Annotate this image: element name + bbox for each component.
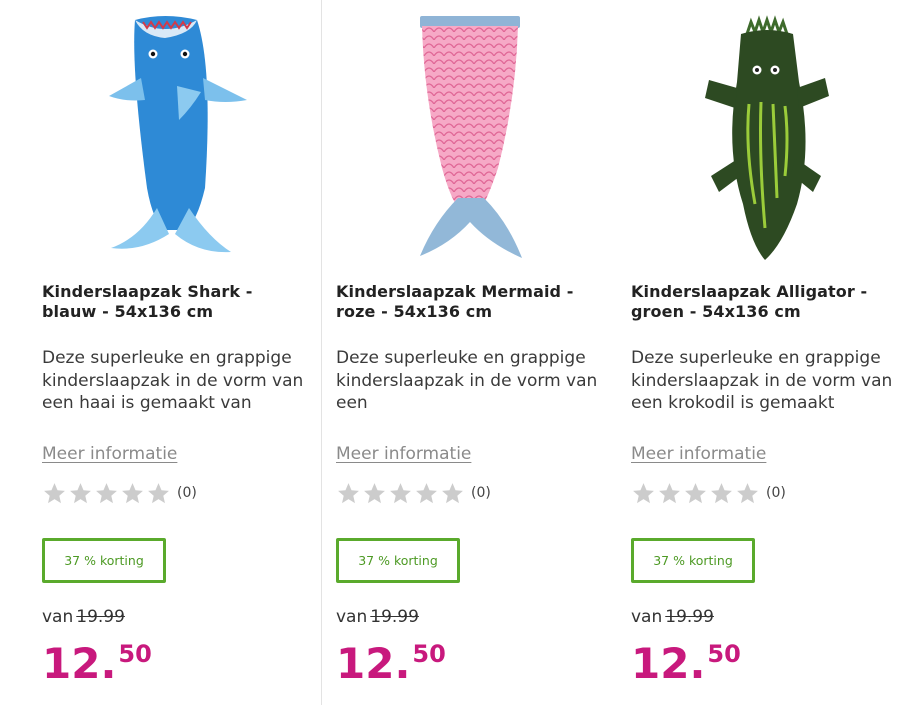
price-cents: 50 [707, 640, 741, 668]
product-image-link[interactable] [336, 0, 606, 272]
current-price: 12.50 [336, 640, 446, 690]
star-icon [338, 482, 359, 503]
old-price-prefix: van [336, 607, 368, 627]
old-price-value: 19.99 [370, 607, 419, 627]
rating[interactable]: (0) [42, 480, 197, 506]
current-price: 12.50 [42, 640, 152, 690]
product-title[interactable]: Kinderslaapzak Alligator - groen - 54x13… [631, 282, 901, 322]
product-description: Deze superleuke en grappige kinderslaapz… [42, 348, 304, 413]
product-title[interactable]: Kinderslaapzak Mermaid - roze - 54x136 c… [336, 282, 606, 322]
product-image-link[interactable] [42, 0, 312, 272]
more-info-link[interactable]: Meer informatie [42, 443, 177, 465]
star-icon [122, 482, 143, 503]
star-icon [390, 482, 411, 503]
discount-badge: 37 % korting [42, 538, 166, 583]
old-price-prefix: van [631, 607, 663, 627]
star-icon [633, 482, 654, 503]
rating-count: (0) [471, 485, 491, 501]
rating-stars [42, 481, 171, 506]
star-icon [659, 482, 680, 503]
product-title[interactable]: Kinderslaapzak Shark - blauw - 54x136 cm [42, 282, 312, 322]
old-price-value: 19.99 [665, 607, 714, 627]
discount-badge: 37 % korting [631, 538, 755, 583]
rating-stars [336, 481, 465, 506]
product-description: Deze superleuke en grappige kinderslaapz… [336, 348, 598, 413]
price-separator: . [100, 639, 117, 688]
rating-count: (0) [766, 485, 786, 501]
price-integer: 12 [336, 639, 395, 688]
alligator-sleeping-bag-image [705, 15, 829, 260]
price-separator: . [689, 639, 706, 688]
rating-count: (0) [177, 485, 197, 501]
old-price-prefix: van [42, 607, 74, 627]
star-icon [70, 482, 91, 503]
star-icon [737, 482, 758, 503]
old-price: van 19.99 [631, 606, 714, 628]
price-integer: 12 [42, 639, 101, 688]
discount-badge: 37 % korting [336, 538, 460, 583]
mermaid-sleeping-bag-image [420, 16, 522, 258]
star-icon [416, 482, 437, 503]
rating[interactable]: (0) [336, 480, 491, 506]
star-icon [364, 482, 385, 503]
star-icon [685, 482, 706, 503]
price-cents: 50 [118, 640, 152, 668]
product-card: Kinderslaapzak Shark - blauw - 54x136 cm… [42, 0, 312, 705]
old-price: van 19.99 [336, 606, 419, 628]
star-icon [442, 482, 463, 503]
star-icon [44, 482, 65, 503]
old-price-value: 19.99 [76, 607, 125, 627]
product-image-link[interactable] [631, 0, 901, 272]
column-divider [321, 0, 322, 705]
product-card: Kinderslaapzak Mermaid - roze - 54x136 c… [336, 0, 606, 705]
star-icon [148, 482, 169, 503]
star-icon [711, 482, 732, 503]
price-separator: . [394, 639, 411, 688]
rating-stars [631, 481, 760, 506]
current-price: 12.50 [631, 640, 741, 690]
more-info-link[interactable]: Meer informatie [336, 443, 471, 465]
rating[interactable]: (0) [631, 480, 786, 506]
product-card: Kinderslaapzak Alligator - groen - 54x13… [631, 0, 901, 705]
product-description: Deze superleuke en grappige kinderslaapz… [631, 348, 893, 413]
price-integer: 12 [631, 639, 690, 688]
old-price: van 19.99 [42, 606, 125, 628]
product-grid: Kinderslaapzak Shark - blauw - 54x136 cm… [0, 0, 901, 705]
star-icon [96, 482, 117, 503]
more-info-link[interactable]: Meer informatie [631, 443, 766, 465]
price-cents: 50 [412, 640, 446, 668]
shark-sleeping-bag-image [109, 16, 247, 253]
